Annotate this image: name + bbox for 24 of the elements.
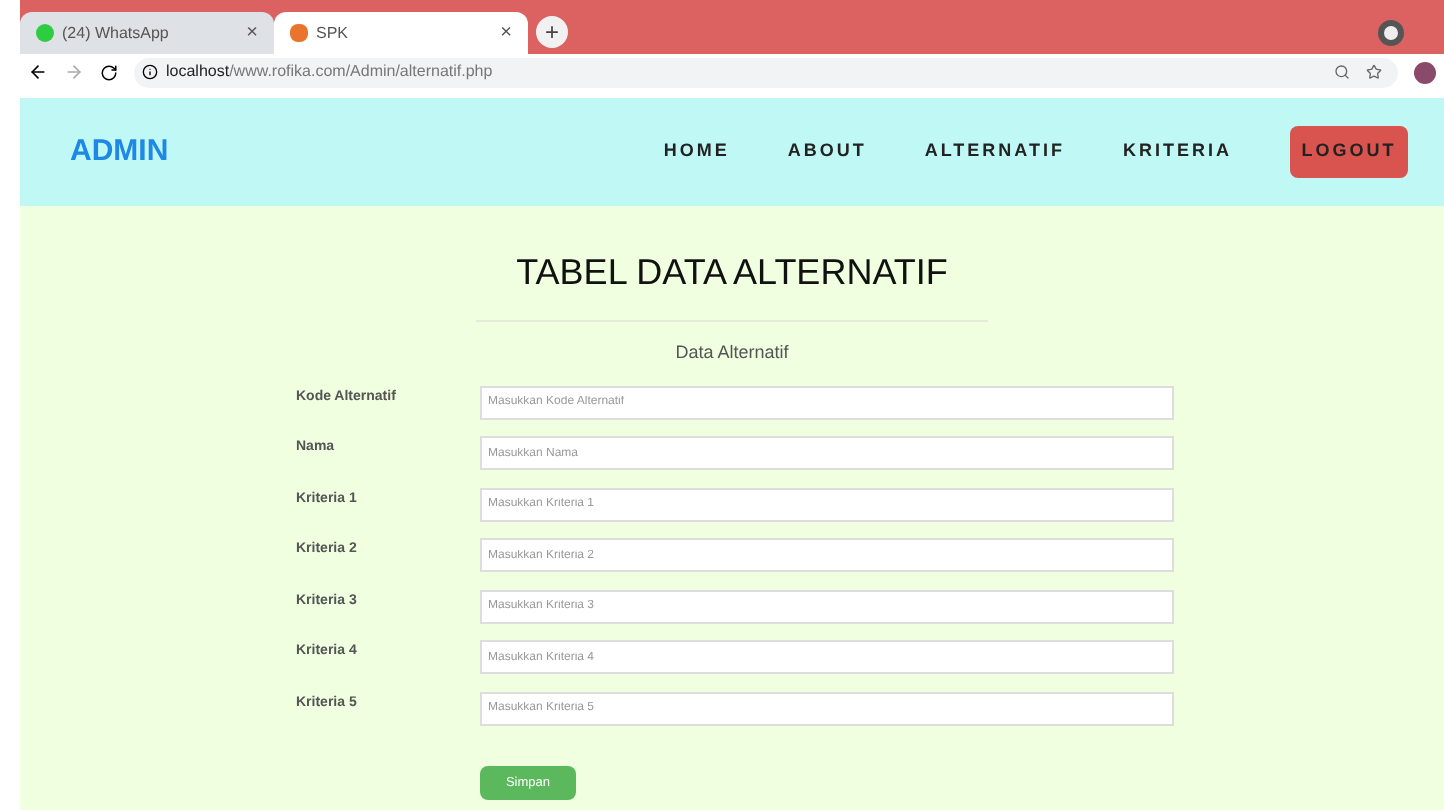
nav-link[interactable]: KRITERIA [1123,138,1232,166]
browser-tab[interactable]: (24) WhatsApp × [20,12,274,54]
bookmark-star-icon[interactable] [1366,64,1382,80]
new-tab-button[interactable]: + [536,16,568,48]
tab-title: (24) WhatsApp [62,21,171,45]
nav-link[interactable]: ABOUT [787,138,867,166]
back-icon[interactable] [28,62,48,82]
page-title: TABEL DATA ALTERNATIF [516,250,948,296]
chat-icon [36,24,54,42]
extension-icon[interactable] [1378,20,1404,46]
logout-button[interactable]: LOGOUT [1290,126,1408,178]
browser-tab[interactable]: SPK × [274,12,528,54]
close-icon[interactable]: × [500,18,512,48]
info-icon[interactable] [142,64,158,80]
close-icon[interactable]: × [246,18,258,48]
tab-title: SPK [316,21,351,45]
zoom-icon[interactable] [1334,64,1350,80]
form-subtitle: Data Alternatif [675,340,789,366]
nav-link[interactable]: HOME [663,138,730,166]
url-text: localhost/www.rofika.com/Admin/alternatif.php [166,60,495,84]
reload-icon[interactable] [100,63,118,81]
nav-link[interactable]: ALTERNATIF [924,138,1065,166]
avatar-icon[interactable] [1414,61,1436,83]
address-bar[interactable]: localhost/www.rofika.com/Admin/alternatif.php [134,57,1398,87]
